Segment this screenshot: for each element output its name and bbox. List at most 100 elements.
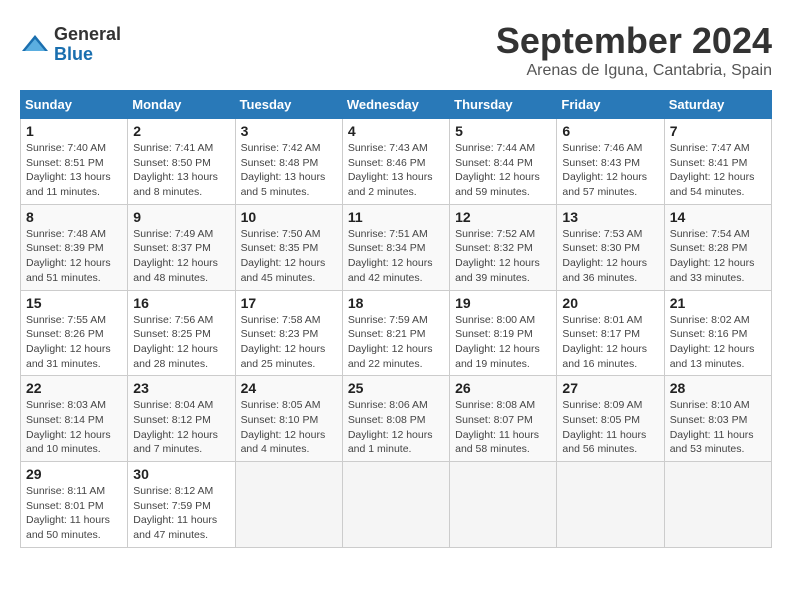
col-tuesday: Tuesday (235, 91, 342, 119)
table-row: 20 Sunrise: 8:01 AMSunset: 8:17 PMDayligh… (557, 290, 664, 376)
day-number: 15 (26, 295, 122, 311)
table-row: 28 Sunrise: 8:10 AMSunset: 8:03 PMDayligh… (664, 376, 771, 462)
logo-general: General (54, 24, 121, 44)
table-row: 14 Sunrise: 7:54 AMSunset: 8:28 PMDayligh… (664, 204, 771, 290)
day-number: 18 (348, 295, 444, 311)
table-row (342, 462, 449, 548)
day-info: Sunrise: 7:55 AMSunset: 8:26 PMDaylight:… (26, 313, 122, 372)
day-number: 24 (241, 380, 337, 396)
col-sunday: Sunday (21, 91, 128, 119)
table-row (450, 462, 557, 548)
day-number: 2 (133, 123, 229, 139)
day-number: 22 (26, 380, 122, 396)
day-info: Sunrise: 7:47 AMSunset: 8:41 PMDaylight:… (670, 141, 766, 200)
day-info: Sunrise: 8:09 AMSunset: 8:05 PMDaylight:… (562, 398, 658, 457)
day-number: 28 (670, 380, 766, 396)
day-info: Sunrise: 8:05 AMSunset: 8:10 PMDaylight:… (241, 398, 337, 457)
day-info: Sunrise: 7:58 AMSunset: 8:23 PMDaylight:… (241, 313, 337, 372)
table-row: 23 Sunrise: 8:04 AMSunset: 8:12 PMDayligh… (128, 376, 235, 462)
day-info: Sunrise: 8:11 AMSunset: 8:01 PMDaylight:… (26, 484, 122, 543)
day-number: 23 (133, 380, 229, 396)
day-number: 1 (26, 123, 122, 139)
table-row: 2 Sunrise: 7:41 AMSunset: 8:50 PMDaylight… (128, 119, 235, 205)
day-info: Sunrise: 7:54 AMSunset: 8:28 PMDaylight:… (670, 227, 766, 286)
calendar-week-3: 15 Sunrise: 7:55 AMSunset: 8:26 PMDayligh… (21, 290, 772, 376)
day-info: Sunrise: 8:00 AMSunset: 8:19 PMDaylight:… (455, 313, 551, 372)
table-row: 25 Sunrise: 8:06 AMSunset: 8:08 PMDayligh… (342, 376, 449, 462)
day-number: 6 (562, 123, 658, 139)
day-info: Sunrise: 8:06 AMSunset: 8:08 PMDaylight:… (348, 398, 444, 457)
day-number: 8 (26, 209, 122, 225)
logo-text: General Blue (54, 25, 121, 65)
calendar-week-2: 8 Sunrise: 7:48 AMSunset: 8:39 PMDaylight… (21, 204, 772, 290)
table-row: 24 Sunrise: 8:05 AMSunset: 8:10 PMDayligh… (235, 376, 342, 462)
day-number: 30 (133, 466, 229, 482)
day-number: 12 (455, 209, 551, 225)
day-number: 7 (670, 123, 766, 139)
day-info: Sunrise: 7:49 AMSunset: 8:37 PMDaylight:… (133, 227, 229, 286)
day-number: 29 (26, 466, 122, 482)
title-section: September 2024 Arenas de Iguna, Cantabri… (496, 20, 772, 80)
day-number: 10 (241, 209, 337, 225)
day-number: 27 (562, 380, 658, 396)
day-number: 11 (348, 209, 444, 225)
logo-blue: Blue (54, 44, 93, 64)
table-row: 11Sunrise: 7:51 AMSunset: 8:34 PMDayligh… (342, 204, 449, 290)
table-row: 26Sunrise: 8:08 AMSunset: 8:07 PMDayligh… (450, 376, 557, 462)
header-row: Sunday Monday Tuesday Wednesday Thursday… (21, 91, 772, 119)
table-row: 15 Sunrise: 7:55 AMSunset: 8:26 PMDayligh… (21, 290, 128, 376)
table-row (235, 462, 342, 548)
col-monday: Monday (128, 91, 235, 119)
day-number: 21 (670, 295, 766, 311)
day-number: 14 (670, 209, 766, 225)
table-row: 8 Sunrise: 7:48 AMSunset: 8:39 PMDaylight… (21, 204, 128, 290)
location: Arenas de Iguna, Cantabria, Spain (496, 62, 772, 80)
table-row: 22 Sunrise: 8:03 AMSunset: 8:14 PMDayligh… (21, 376, 128, 462)
day-info: Sunrise: 7:41 AMSunset: 8:50 PMDaylight:… (133, 141, 229, 200)
day-info: Sunrise: 8:02 AMSunset: 8:16 PMDaylight:… (670, 313, 766, 372)
day-info: Sunrise: 8:04 AMSunset: 8:12 PMDaylight:… (133, 398, 229, 457)
table-row: 16 Sunrise: 7:56 AMSunset: 8:25 PMDayligh… (128, 290, 235, 376)
table-row: 5Sunrise: 7:44 AMSunset: 8:44 PMDaylight… (450, 119, 557, 205)
table-row: 27 Sunrise: 8:09 AMSunset: 8:05 PMDayligh… (557, 376, 664, 462)
table-row: 10Sunrise: 7:50 AMSunset: 8:35 PMDayligh… (235, 204, 342, 290)
day-number: 9 (133, 209, 229, 225)
table-row: 7 Sunrise: 7:47 AMSunset: 8:41 PMDaylight… (664, 119, 771, 205)
table-row: 29 Sunrise: 8:11 AMSunset: 8:01 PMDayligh… (21, 462, 128, 548)
day-info: Sunrise: 7:56 AMSunset: 8:25 PMDaylight:… (133, 313, 229, 372)
calendar-week-1: 1 Sunrise: 7:40 AMSunset: 8:51 PMDaylight… (21, 119, 772, 205)
day-number: 20 (562, 295, 658, 311)
day-info: Sunrise: 7:59 AMSunset: 8:21 PMDaylight:… (348, 313, 444, 372)
day-info: Sunrise: 8:08 AMSunset: 8:07 PMDaylight:… (455, 398, 551, 457)
logo: General Blue (20, 25, 121, 65)
table-row: 1 Sunrise: 7:40 AMSunset: 8:51 PMDaylight… (21, 119, 128, 205)
day-info: Sunrise: 8:10 AMSunset: 8:03 PMDaylight:… (670, 398, 766, 457)
col-wednesday: Wednesday (342, 91, 449, 119)
day-number: 17 (241, 295, 337, 311)
calendar-week-4: 22 Sunrise: 8:03 AMSunset: 8:14 PMDayligh… (21, 376, 772, 462)
table-row: 6 Sunrise: 7:46 AMSunset: 8:43 PMDaylight… (557, 119, 664, 205)
table-row: 9 Sunrise: 7:49 AMSunset: 8:37 PMDaylight… (128, 204, 235, 290)
day-info: Sunrise: 7:40 AMSunset: 8:51 PMDaylight:… (26, 141, 122, 200)
day-number: 13 (562, 209, 658, 225)
day-info: Sunrise: 7:48 AMSunset: 8:39 PMDaylight:… (26, 227, 122, 286)
col-thursday: Thursday (450, 91, 557, 119)
calendar-table: Sunday Monday Tuesday Wednesday Thursday… (20, 90, 772, 548)
day-info: Sunrise: 8:12 AMSunset: 7:59 PMDaylight:… (133, 484, 229, 543)
day-info: Sunrise: 7:42 AMSunset: 8:48 PMDaylight:… (241, 141, 337, 200)
day-info: Sunrise: 8:01 AMSunset: 8:17 PMDaylight:… (562, 313, 658, 372)
table-row: 12Sunrise: 7:52 AMSunset: 8:32 PMDayligh… (450, 204, 557, 290)
table-row: 13 Sunrise: 7:53 AMSunset: 8:30 PMDayligh… (557, 204, 664, 290)
table-row: 30 Sunrise: 8:12 AMSunset: 7:59 PMDayligh… (128, 462, 235, 548)
header: General Blue September 2024 Arenas de Ig… (20, 20, 772, 80)
day-info: Sunrise: 7:46 AMSunset: 8:43 PMDaylight:… (562, 141, 658, 200)
day-number: 16 (133, 295, 229, 311)
month-title: September 2024 (496, 20, 772, 62)
day-info: Sunrise: 8:03 AMSunset: 8:14 PMDaylight:… (26, 398, 122, 457)
day-number: 4 (348, 123, 444, 139)
day-info: Sunrise: 7:53 AMSunset: 8:30 PMDaylight:… (562, 227, 658, 286)
table-row: 21 Sunrise: 8:02 AMSunset: 8:16 PMDayligh… (664, 290, 771, 376)
general-blue-logo-icon (20, 33, 50, 57)
day-number: 3 (241, 123, 337, 139)
day-number: 25 (348, 380, 444, 396)
